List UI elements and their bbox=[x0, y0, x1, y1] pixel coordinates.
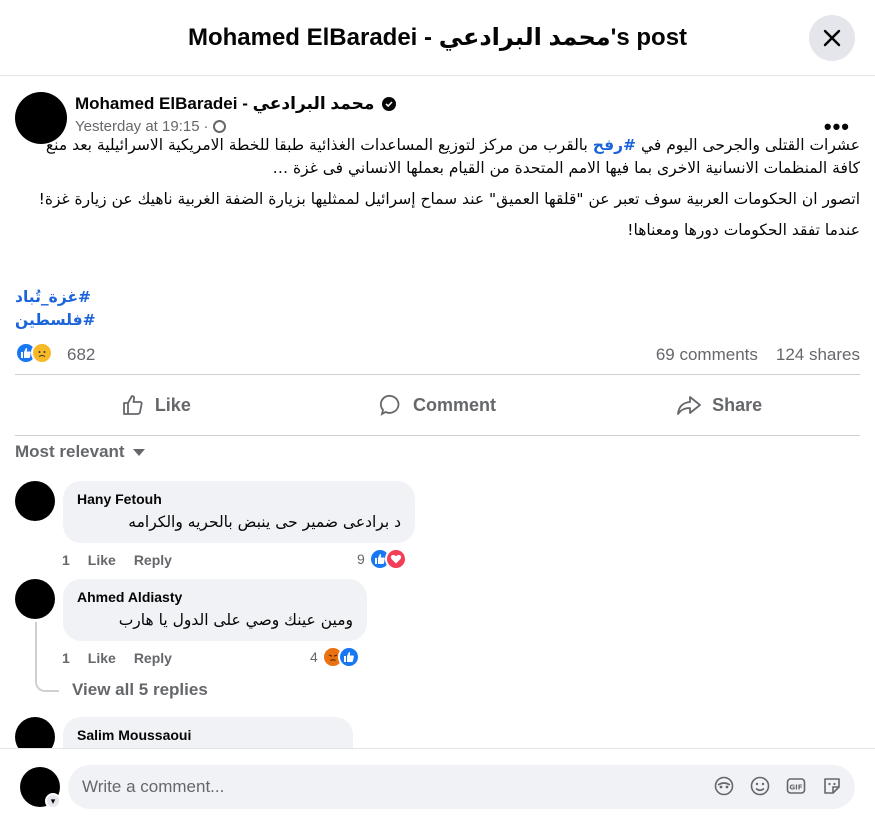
comment-bubble: Hany Fetouh د برادعى ضمير حى ينبض بالحري… bbox=[63, 481, 415, 543]
comments-count[interactable]: 69 comments bbox=[656, 345, 758, 365]
verified-icon bbox=[382, 97, 397, 111]
comment-time[interactable]: 1 bbox=[62, 650, 70, 666]
hashtag-link[interactable]: #فلسطين bbox=[15, 309, 96, 332]
close-icon bbox=[823, 29, 841, 47]
commenter-name[interactable]: Salim Moussaoui bbox=[77, 727, 339, 743]
comment-reply-button[interactable]: Reply bbox=[134, 552, 172, 568]
comment-button[interactable]: Comment bbox=[297, 375, 579, 435]
globe-icon bbox=[212, 120, 226, 133]
comment-actions: 1 Like Reply bbox=[62, 650, 172, 666]
chevron-down-icon[interactable]: ▾ bbox=[45, 793, 61, 809]
author-name[interactable]: Mohamed ElBaradei - محمد البرادعي bbox=[75, 94, 374, 114]
post-stats: 682 69 comments 124 shares bbox=[15, 342, 860, 366]
comment-reactions[interactable]: 4 bbox=[310, 646, 360, 668]
comment-text: د برادعى ضمير حى ينبض بالحريه والكرامه bbox=[128, 513, 401, 531]
comment-composer: ▾ GIF bbox=[0, 748, 875, 832]
post-paragraph-2: اتصور ان الحكومات العربية سوف تعبر عن "ق… bbox=[38, 190, 860, 208]
comment-input-box[interactable]: GIF bbox=[68, 765, 855, 809]
dialog-title: Mohamed ElBaradei - محمد البرادعي's post bbox=[187, 24, 688, 51]
post-actions: Like Comment Share bbox=[15, 374, 860, 436]
like-icon bbox=[122, 395, 143, 415]
avatar-sticker-icon[interactable] bbox=[713, 775, 735, 797]
sticker-icon[interactable] bbox=[821, 775, 843, 797]
dialog-header: Mohamed ElBaradei - محمد البرادعي's post bbox=[0, 0, 875, 76]
emoji-icon[interactable] bbox=[749, 775, 771, 797]
comment-bubble: Salim Moussaoui bbox=[63, 717, 353, 748]
commenter-name[interactable]: Ahmed Aldiasty bbox=[77, 589, 353, 605]
comment-like-button[interactable]: Like bbox=[88, 552, 116, 568]
comment-reaction-count: 4 bbox=[310, 649, 318, 665]
share-icon bbox=[677, 396, 702, 415]
like-button[interactable]: Like bbox=[15, 375, 297, 435]
comment-like-button[interactable]: Like bbox=[88, 650, 116, 666]
comment-bubble: Ahmed Aldiasty ومين عينك وصي على الدول ي… bbox=[63, 579, 367, 641]
comment-reactions[interactable]: 9 bbox=[357, 548, 407, 570]
engagement-counts: 69 comments 124 shares bbox=[656, 345, 860, 365]
hashtag-link[interactable]: #رفح bbox=[593, 136, 636, 154]
comment-reaction-count: 9 bbox=[357, 551, 365, 567]
share-button[interactable]: Share bbox=[578, 375, 860, 435]
commenter-avatar[interactable] bbox=[15, 579, 55, 619]
author-name-row: Mohamed ElBaradei - محمد البرادعي bbox=[75, 94, 397, 114]
reply-thread-line bbox=[35, 622, 37, 680]
post-paragraph-3: عندما تفقد الحكومات دورها ومعناها! bbox=[627, 221, 860, 239]
post-dialog: Mohamed ElBaradei - محمد البرادعي's post… bbox=[0, 0, 875, 832]
shares-count[interactable]: 124 shares bbox=[776, 345, 860, 365]
sad-reaction-icon bbox=[31, 342, 53, 364]
close-button[interactable] bbox=[809, 15, 855, 61]
commenter-avatar[interactable] bbox=[15, 481, 55, 521]
reaction-count[interactable]: 682 bbox=[67, 345, 95, 365]
comment-time[interactable]: 1 bbox=[62, 552, 70, 568]
svg-text:GIF: GIF bbox=[789, 784, 802, 792]
comment-text: ومين عينك وصي على الدول يا هارب bbox=[118, 611, 353, 629]
commenter-avatar[interactable] bbox=[15, 717, 55, 748]
comment-sort-dropdown[interactable]: Most relevant bbox=[15, 442, 145, 462]
composer-icons: GIF bbox=[713, 775, 843, 797]
post-timestamp[interactable]: Yesterday at 19:15 bbox=[75, 118, 200, 135]
caret-down-icon bbox=[132, 448, 145, 456]
like-reaction-icon bbox=[337, 646, 360, 668]
love-reaction-icon bbox=[384, 548, 407, 570]
post-paragraph-1: عشرات القتلى والجرحى اليوم في #رفح بالقر… bbox=[45, 136, 860, 177]
reply-thread-curve bbox=[35, 680, 59, 692]
meta-separator: · bbox=[203, 118, 209, 135]
post-meta: Yesterday at 19:15 · bbox=[75, 118, 226, 135]
comment-actions: 1 Like Reply bbox=[62, 552, 172, 568]
comment-icon bbox=[379, 394, 400, 416]
commenter-name[interactable]: Hany Fetouh bbox=[77, 491, 401, 507]
comment-input[interactable] bbox=[68, 765, 668, 809]
post-hashtags: #غزة_تُباد #فلسطين bbox=[15, 286, 96, 332]
post-scroll-area[interactable]: Mohamed ElBaradei - محمد البرادعي Yester… bbox=[0, 76, 875, 748]
view-replies-link[interactable]: View all 5 replies bbox=[72, 680, 208, 700]
comment-reply-button[interactable]: Reply bbox=[134, 650, 172, 666]
hashtag-link[interactable]: #غزة_تُباد bbox=[15, 286, 96, 309]
gif-icon[interactable]: GIF bbox=[785, 775, 807, 797]
reaction-icons[interactable] bbox=[15, 342, 53, 364]
post-body: عشرات القتلى والجرحى اليوم في #رفح بالقر… bbox=[15, 134, 860, 250]
